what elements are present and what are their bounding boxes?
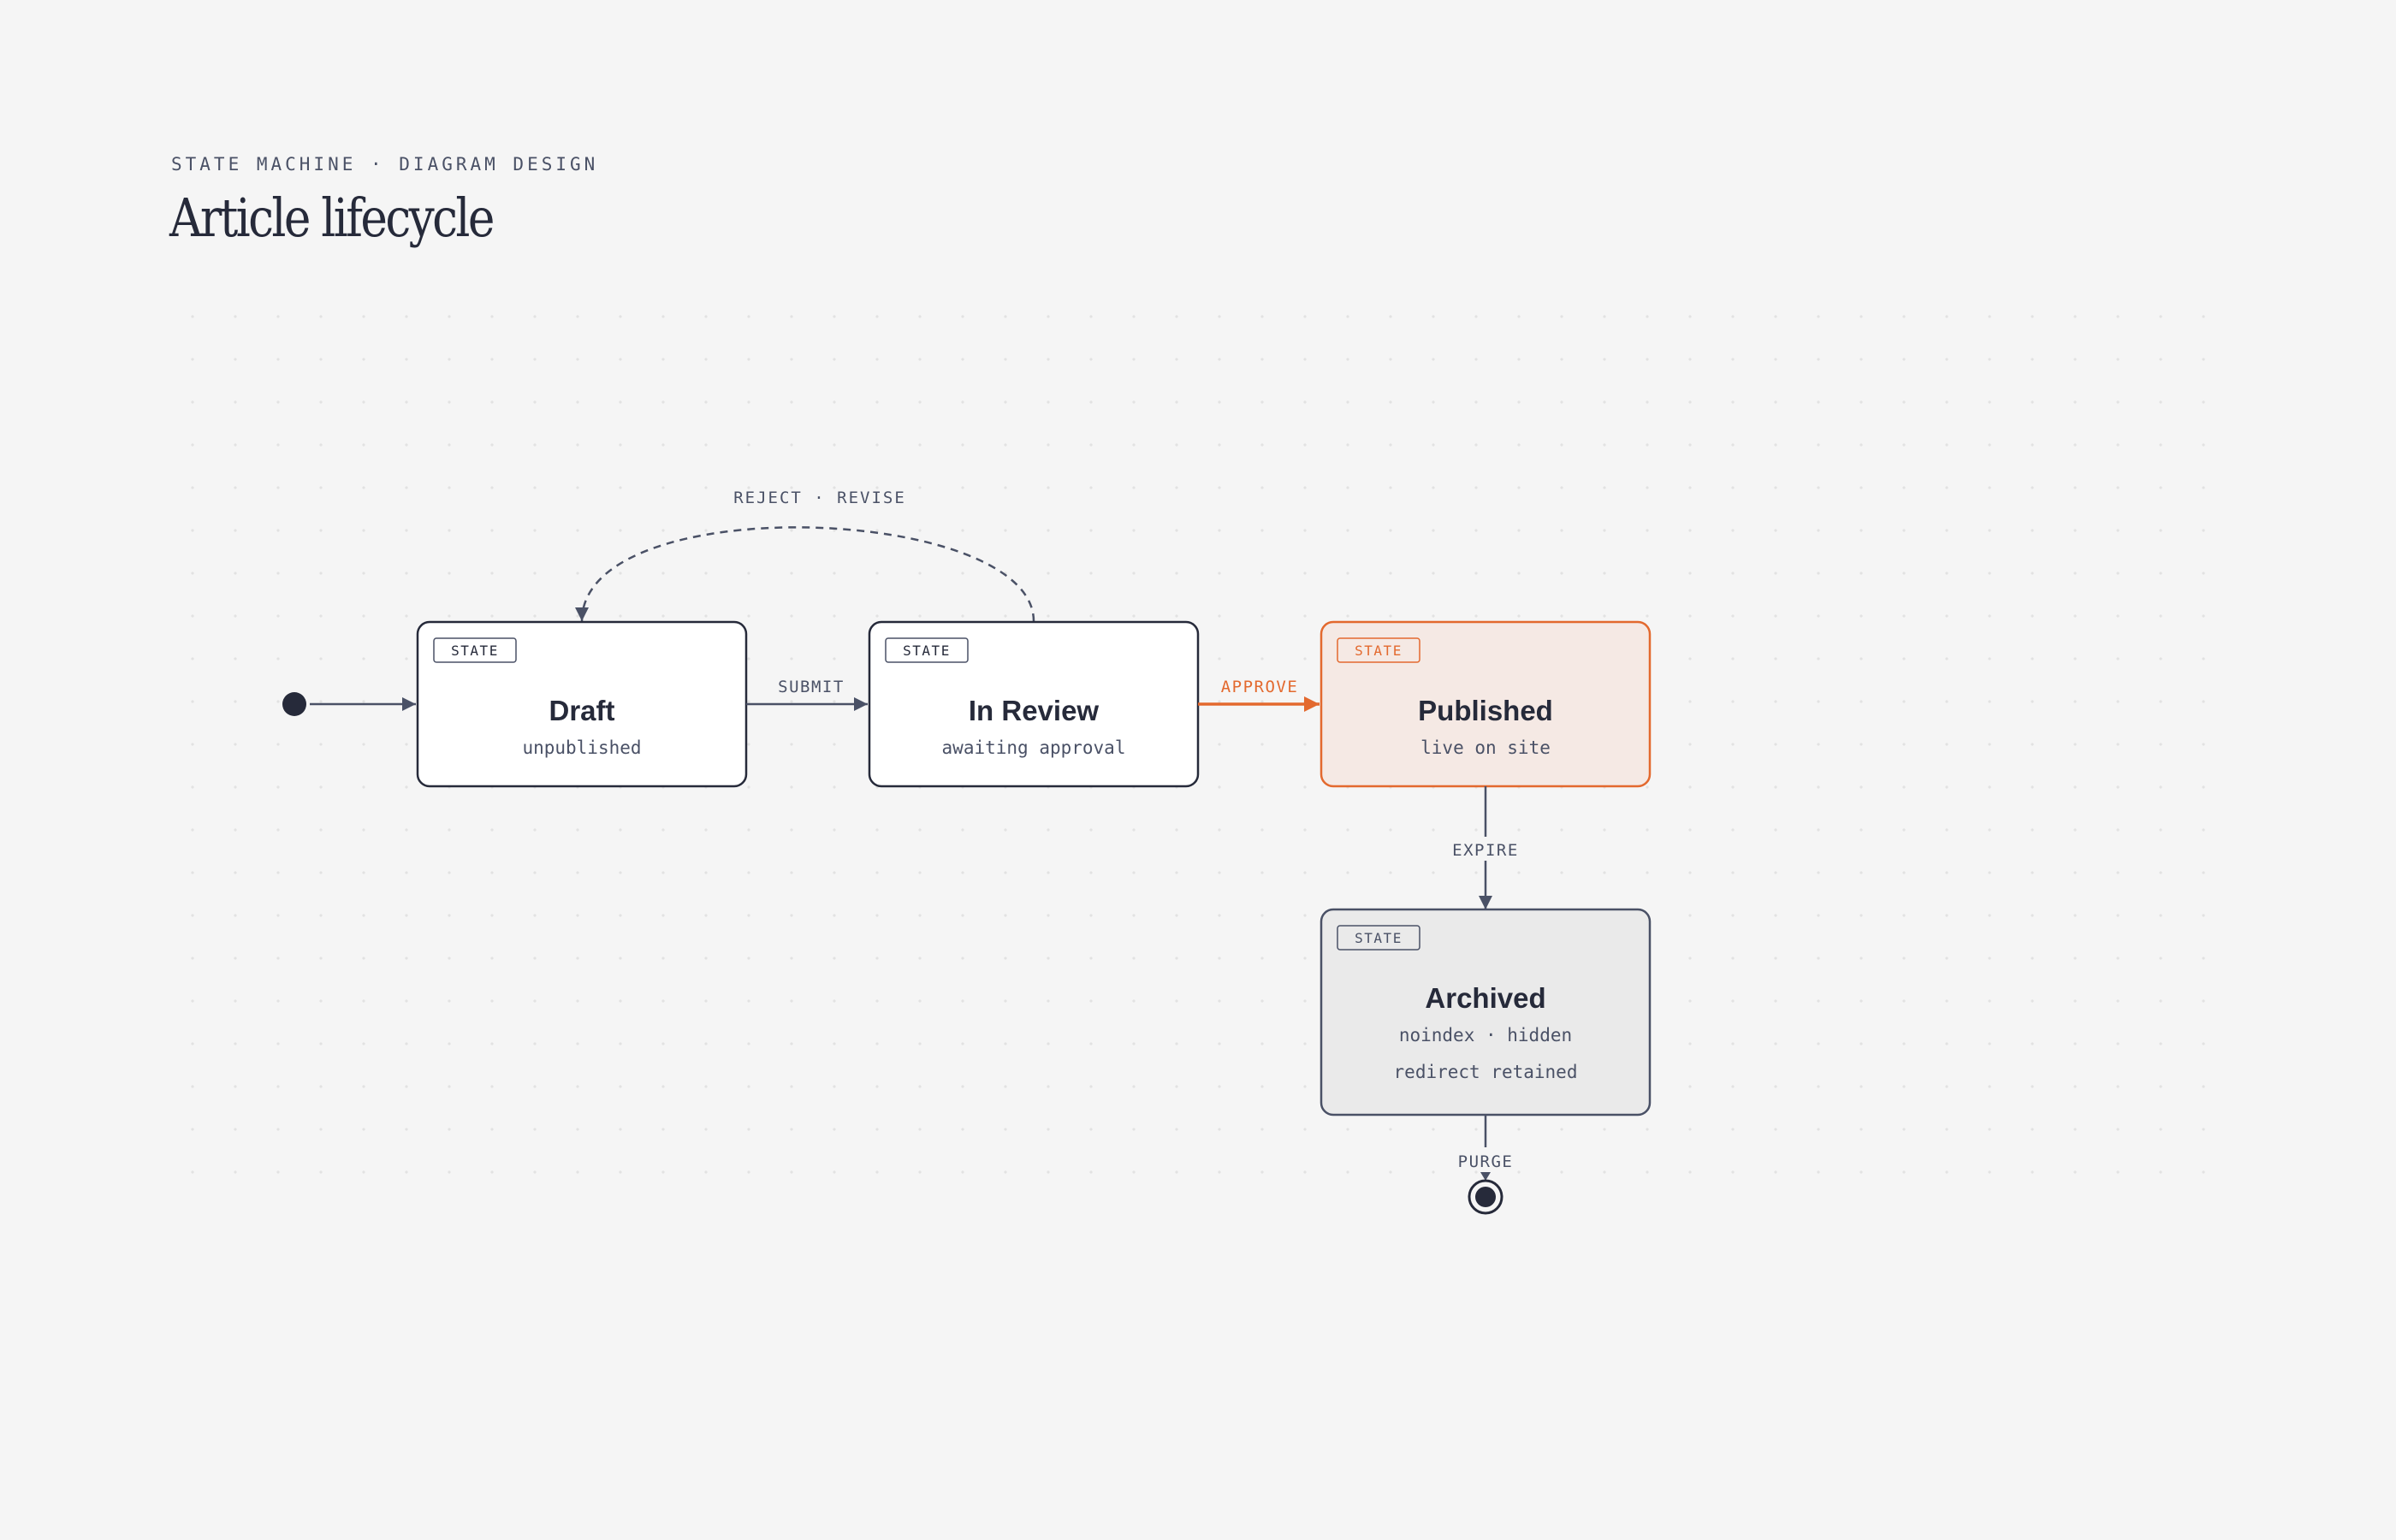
state-tag-label: STATE: [1355, 643, 1403, 659]
state-name: Archived: [1425, 982, 1545, 1014]
state-diagram: REJECT · REVISE STATE Draft unpublished …: [282, 489, 1652, 1215]
state-in-review[interactable]: STATE In Review awaiting approval: [868, 620, 1200, 788]
purge-label: PURGE: [1458, 1152, 1514, 1171]
state-description: live on site: [1420, 737, 1551, 758]
state-description: noindex · hidden: [1399, 1025, 1572, 1045]
state-published[interactable]: STATE Published live on site: [1320, 620, 1652, 788]
state-name: Draft: [549, 695, 614, 726]
state-description: awaiting approval: [942, 737, 1126, 758]
expire-label: EXPIRE: [1452, 841, 1519, 860]
state-name: In Review: [969, 695, 1100, 726]
submit-label: SUBMIT: [778, 678, 845, 696]
state-tag-label: STATE: [1355, 930, 1403, 946]
state-tag-label: STATE: [903, 643, 951, 659]
state-description-secondary: redirect retained: [1394, 1062, 1578, 1082]
initial-state-icon: [282, 692, 306, 716]
reject-revise-label: REJECT · REVISE: [733, 489, 906, 507]
state-description: unpublished: [522, 737, 641, 758]
approve-label: APPROVE: [1221, 678, 1299, 696]
state-name: Published: [1418, 695, 1553, 726]
final-state-icon: [1468, 1179, 1503, 1215]
state-tag-label: STATE: [451, 643, 499, 659]
state-archived[interactable]: STATE Archived noindex · hidden redirect…: [1320, 908, 1652, 1116]
state-draft[interactable]: STATE Draft unpublished: [416, 620, 748, 788]
reject-revise-arrow: [575, 526, 1035, 622]
